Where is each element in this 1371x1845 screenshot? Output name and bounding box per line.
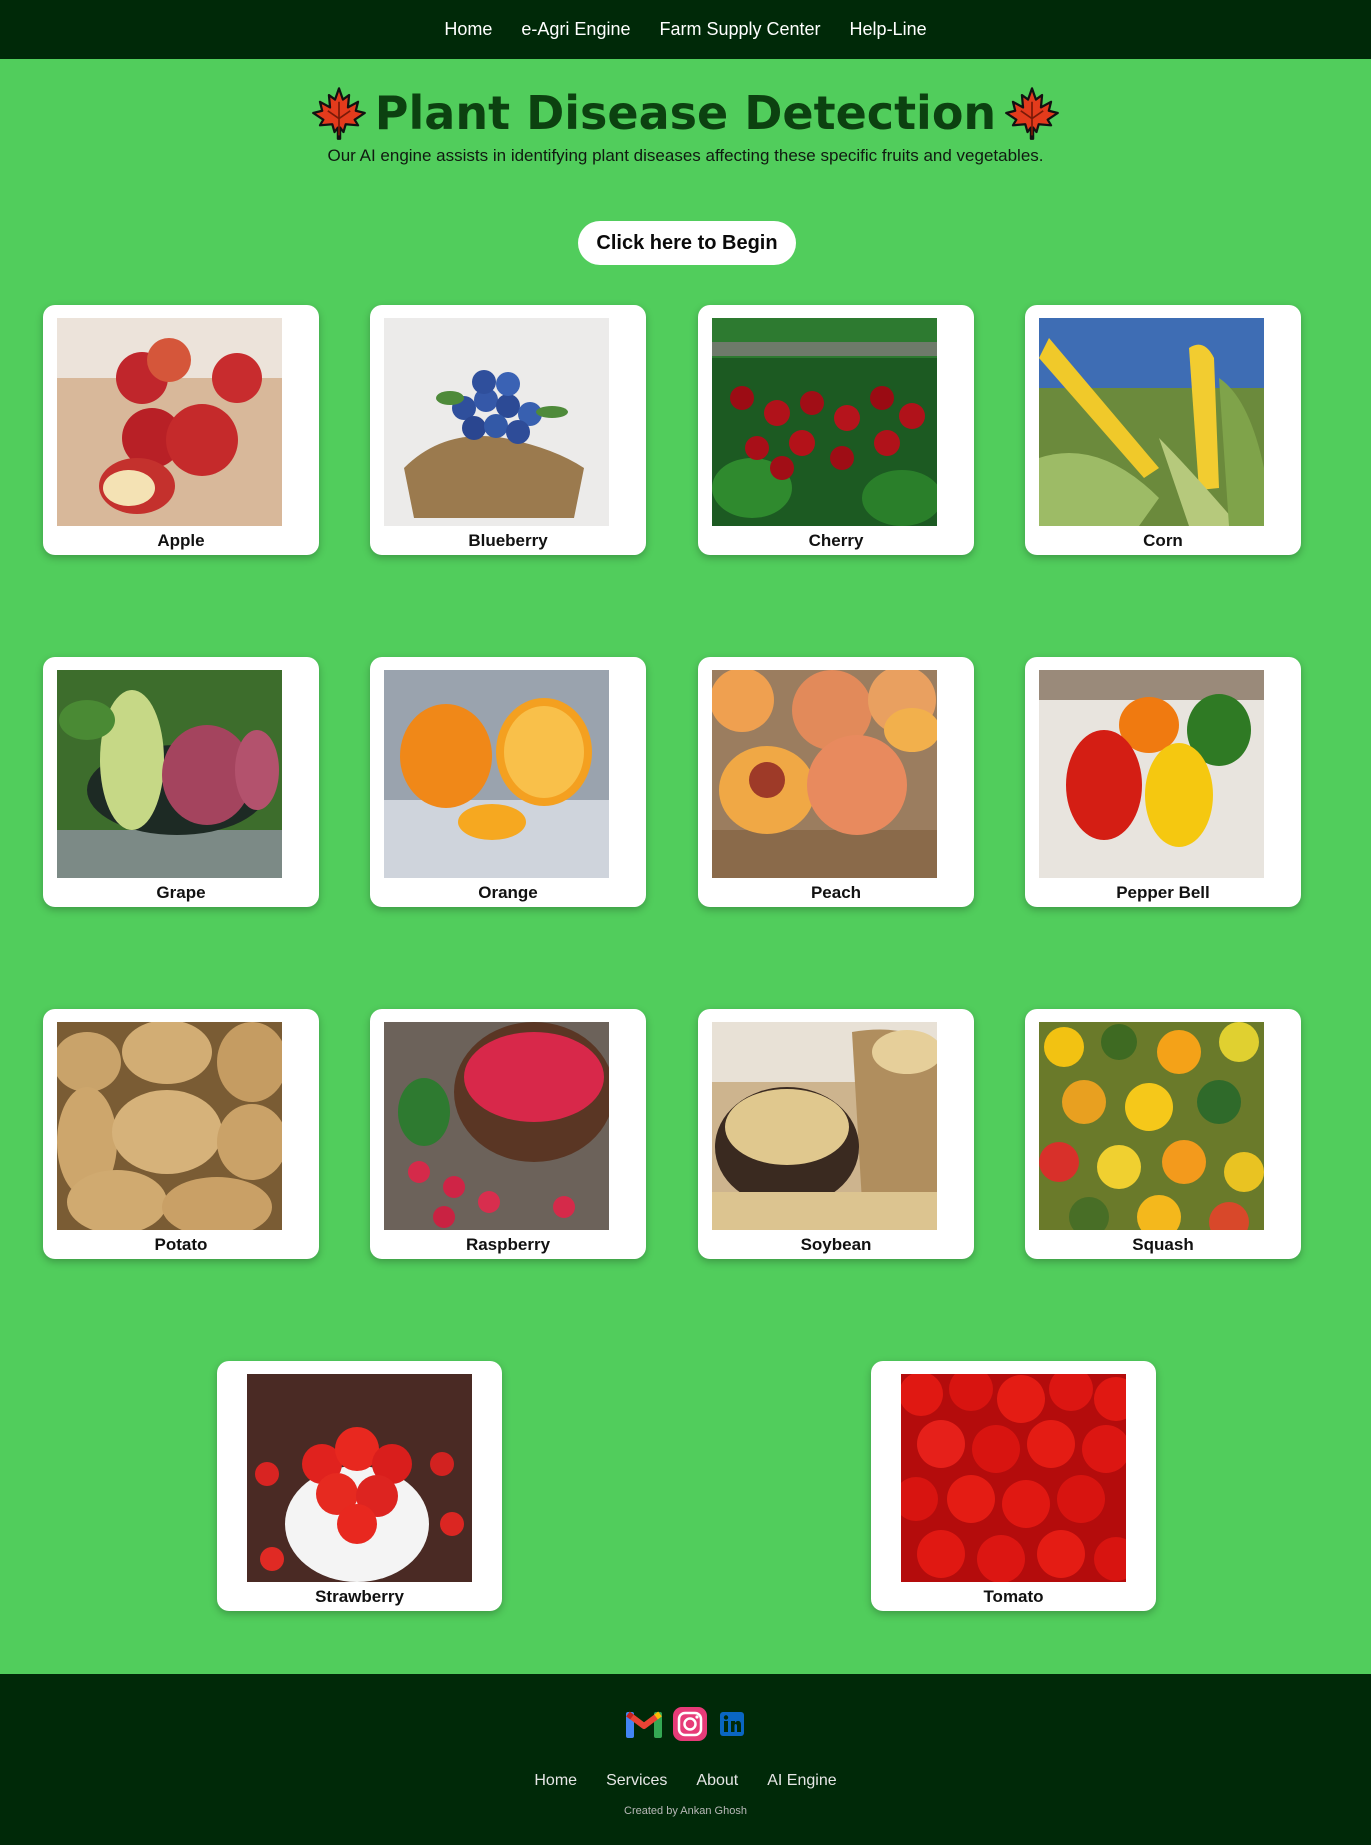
potato-image	[57, 1022, 282, 1230]
crop-label: Corn	[1143, 531, 1183, 550]
crop-label: Grape	[156, 883, 206, 902]
corn-image	[1039, 318, 1264, 526]
orange-image	[384, 670, 609, 878]
cherry-image	[712, 318, 937, 526]
crop-card-tomato[interactable]: Tomato	[871, 1361, 1156, 1611]
grape-image	[57, 670, 282, 878]
crop-label: Pepper Bell	[1116, 883, 1210, 902]
maple-leaf-icon	[311, 85, 367, 141]
footer: Home Services About AI Engine Created by…	[0, 1674, 1371, 1845]
page-subtitle: Our AI engine assists in identifying pla…	[327, 146, 1044, 165]
crop-card-pepper-bell[interactable]: Pepper Bell	[1025, 657, 1301, 907]
crop-label: Cherry	[808, 531, 864, 550]
linkedin-icon[interactable]	[718, 1710, 746, 1743]
crop-label: Apple	[157, 531, 205, 550]
crop-label: Strawberry	[315, 1587, 404, 1606]
begin-button[interactable]: Click here to Begin	[578, 221, 796, 265]
crop-card-apple[interactable]: Apple	[43, 305, 319, 555]
nav-e-agri-engine-link[interactable]: e-Agri Engine	[521, 19, 630, 40]
crop-label: Raspberry	[465, 1235, 551, 1254]
crop-card-blueberry[interactable]: Blueberry	[370, 305, 646, 555]
crop-card-cherry[interactable]: Cherry	[698, 305, 974, 555]
footer-links: Home Services About AI Engine	[0, 1772, 1371, 1790]
top-nav: Home e-Agri Engine Farm Supply Center He…	[0, 0, 1371, 59]
crop-label: Soybean	[800, 1235, 872, 1254]
crop-card-corn[interactable]: Corn	[1025, 305, 1301, 555]
footer-credit: Created by Ankan Ghosh	[624, 1805, 747, 1817]
nav-home-link[interactable]: Home	[444, 19, 492, 40]
maple-leaf-icon	[1004, 85, 1060, 141]
crop-label: Blueberry	[468, 531, 548, 550]
raspberry-image	[384, 1022, 609, 1230]
apple-image	[57, 318, 282, 526]
crop-card-orange[interactable]: Orange	[370, 657, 646, 907]
gmail-icon[interactable]	[625, 1710, 662, 1743]
squash-image	[1039, 1022, 1264, 1230]
footer-about-link[interactable]: About	[696, 1772, 738, 1790]
crop-card-peach[interactable]: Peach	[698, 657, 974, 907]
social-links	[0, 1706, 1371, 1747]
nav-help-line-link[interactable]: Help-Line	[850, 19, 927, 40]
crop-label: Tomato	[983, 1587, 1044, 1606]
crop-card-strawberry[interactable]: Strawberry	[217, 1361, 502, 1611]
peach-image	[712, 670, 937, 878]
crop-label: Peach	[810, 883, 862, 902]
title-row: Plant Disease Detection	[0, 84, 1371, 142]
crop-label: Potato	[154, 1235, 208, 1254]
footer-ai-engine-link[interactable]: AI Engine	[767, 1772, 836, 1790]
pepper-bell-image	[1039, 670, 1264, 878]
tomato-image	[901, 1374, 1126, 1582]
footer-services-link[interactable]: Services	[606, 1772, 667, 1790]
page-title: Plant Disease Detection	[374, 86, 997, 140]
crop-card-squash[interactable]: Squash	[1025, 1009, 1301, 1259]
footer-home-link[interactable]: Home	[534, 1772, 577, 1790]
crop-label: Squash	[1132, 1235, 1194, 1254]
crop-label: Orange	[478, 883, 538, 902]
crop-card-grape[interactable]: Grape	[43, 657, 319, 907]
instagram-icon[interactable]	[672, 1706, 708, 1747]
blueberry-image	[384, 318, 609, 526]
crop-card-potato[interactable]: Potato	[43, 1009, 319, 1259]
crop-card-soybean[interactable]: Soybean	[698, 1009, 974, 1259]
crop-card-raspberry[interactable]: Raspberry	[370, 1009, 646, 1259]
strawberry-image	[247, 1374, 472, 1582]
soybean-image	[712, 1022, 937, 1230]
nav-farm-supply-center-link[interactable]: Farm Supply Center	[659, 19, 820, 40]
